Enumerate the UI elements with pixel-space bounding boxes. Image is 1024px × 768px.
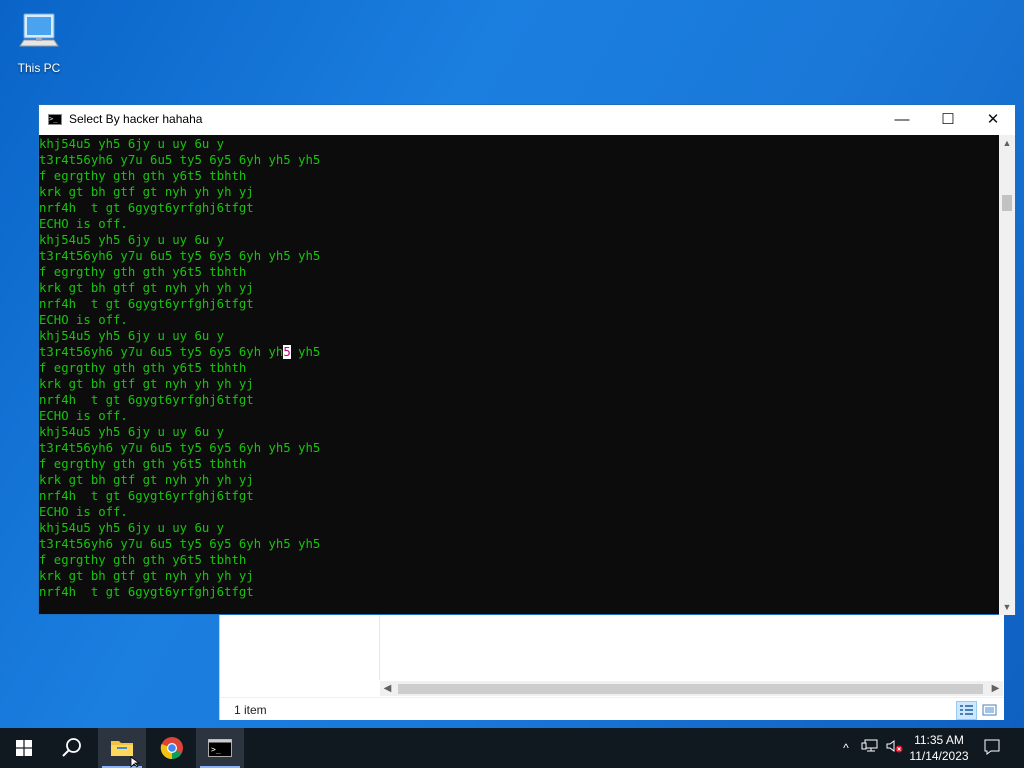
folder-icon	[111, 741, 133, 756]
console-line: krk gt bh gtf gt nyh yh yh yj	[39, 281, 254, 295]
console-line: khj54u5 yh5 6jy u uy 6u y	[39, 425, 225, 439]
nav-pane-divider	[379, 613, 380, 680]
console-line: f egrgthy gth gth y6t5 tbhth	[39, 457, 247, 471]
details-view-icon	[960, 705, 973, 715]
console-line: ECHO is off.	[39, 409, 128, 423]
console-line: f egrgthy gth gth y6t5 tbhth	[39, 169, 247, 183]
scroll-right-icon[interactable]: ▶	[988, 681, 1003, 696]
cmd-icon: >_	[48, 114, 62, 125]
console-line-text: t3r4t56yh6 y7u 6u5 ty5 6y5 6yh yh	[39, 345, 284, 359]
console-line: krk gt bh gtf gt nyh yh yh yj	[39, 185, 254, 199]
console-line: krk gt bh gtf gt nyh yh yh yj	[39, 473, 254, 487]
text-selection-cursor: 5	[283, 345, 291, 359]
scroll-down-icon[interactable]: ▼	[999, 599, 1015, 615]
scroll-thumb[interactable]	[398, 684, 983, 694]
console-line: nrf4h t gt 6gygt6yrfghj6tfgt	[39, 489, 254, 503]
window-title: Select By hacker hahaha	[69, 112, 203, 126]
system-clock[interactable]: 11:35 AM 11/14/2023	[904, 732, 974, 764]
maximize-icon: ☐	[941, 111, 955, 128]
console-line: khj54u5 yh5 6jy u uy 6u y	[39, 521, 225, 535]
start-button[interactable]	[0, 728, 48, 768]
console-line: ECHO is off.	[39, 313, 128, 327]
console-line: t3r4t56yh6 y7u 6u5 ty5 6y5 6yh yh5 yh5	[39, 441, 321, 455]
mouse-pointer-icon	[130, 756, 141, 768]
windows-logo-icon	[16, 740, 32, 756]
large-icons-view-button[interactable]	[979, 701, 1000, 720]
network-button[interactable]	[860, 738, 880, 758]
scroll-up-icon[interactable]: ▲	[999, 135, 1015, 151]
vertical-scrollbar[interactable]: ▲ ▼	[999, 135, 1015, 615]
volume-muted-icon	[886, 740, 903, 753]
console-line: ECHO is off.	[39, 217, 128, 231]
console-line: ECHO is off.	[39, 505, 128, 519]
console-line: krk gt bh gtf gt nyh yh yh yj	[39, 569, 254, 583]
console-line: t3r4t56yh6 y7u 6u5 ty5 6y5 6yh yh5 yh5	[39, 537, 321, 551]
desktop-icon-this-pc[interactable]: This PC	[14, 10, 64, 75]
title-bar[interactable]: >_ Select By hacker hahaha — ☐ ✕	[39, 105, 1015, 135]
console-line: f egrgthy gth gth y6t5 tbhth	[39, 553, 247, 567]
console-line: khj54u5 yh5 6jy u uy 6u y	[39, 329, 225, 343]
console-line-text: yh5	[290, 345, 321, 359]
console-line: khj54u5 yh5 6jy u uy 6u y	[39, 137, 225, 151]
details-view-button[interactable]	[956, 701, 977, 720]
scroll-left-icon[interactable]: ◀	[380, 681, 395, 696]
close-icon: ✕	[986, 111, 1000, 128]
minimize-icon: —	[894, 111, 910, 128]
action-center-button[interactable]	[982, 738, 1002, 758]
console-line: f egrgthy gth gth y6t5 tbhth	[39, 361, 247, 375]
close-button[interactable]: ✕	[970, 105, 1016, 135]
chrome-button[interactable]	[148, 728, 196, 768]
item-count: 1 item	[234, 703, 267, 717]
computer-icon	[19, 13, 59, 47]
clock-date: 11/14/2023	[909, 749, 969, 763]
status-bar: 1 item	[220, 697, 1004, 721]
chrome-icon	[160, 737, 183, 760]
clock-time: 11:35 AM	[914, 733, 964, 747]
desktop-icon-label: This PC	[17, 61, 61, 75]
console-output[interactable]: khj54u5 yh5 6jy u uy 6u y t3r4t56yh6 y7u …	[39, 135, 999, 616]
file-explorer-window: ◀ ▶ 1 item	[219, 613, 1004, 720]
network-icon	[861, 739, 878, 752]
command-prompt-window[interactable]: >_ Select By hacker hahaha — ☐ ✕ khj54u5…	[38, 104, 1016, 615]
cmd-icon: >_	[208, 739, 232, 757]
volume-button[interactable]	[884, 738, 904, 758]
console-line: t3r4t56yh6 y7u 6u5 ty5 6y5 6yh yh5 yh5	[39, 153, 321, 167]
console-line: f egrgthy gth gth y6t5 tbhth	[39, 265, 247, 279]
show-hidden-icons-button[interactable]: ^	[836, 738, 856, 758]
scroll-thumb[interactable]	[1002, 195, 1012, 211]
console-line: nrf4h t gt 6gygt6yrfghj6tfgt	[39, 393, 254, 407]
chevron-up-icon: ^	[843, 741, 849, 755]
notification-icon	[984, 739, 1000, 755]
console-line: t3r4t56yh6 y7u 6u5 ty5 6y5 6yh yh5 yh5	[39, 344, 999, 360]
console-line: nrf4h t gt 6gygt6yrfghj6tfgt	[39, 297, 254, 311]
taskbar: >_ ^ 11:35 AM 11/14/2023	[0, 728, 1024, 768]
maximize-button[interactable]: ☐	[925, 105, 971, 135]
svg-text:>_: >_	[211, 745, 221, 754]
console-line: nrf4h t gt 6gygt6yrfghj6tfgt	[39, 201, 254, 215]
search-button[interactable]	[48, 728, 96, 768]
command-prompt-button[interactable]: >_	[196, 728, 244, 768]
large-icons-view-icon	[982, 704, 997, 716]
console-line: t3r4t56yh6 y7u 6u5 ty5 6y5 6yh yh5 yh5	[39, 249, 321, 263]
minimize-button[interactable]: —	[879, 105, 925, 135]
console-line: khj54u5 yh5 6jy u uy 6u y	[39, 233, 225, 247]
search-icon	[62, 738, 81, 757]
console-line: krk gt bh gtf gt nyh yh yh yj	[39, 377, 254, 391]
console-line: nrf4h t gt 6gygt6yrfghj6tfgt	[39, 585, 254, 599]
horizontal-scrollbar[interactable]: ◀ ▶	[380, 681, 1003, 696]
